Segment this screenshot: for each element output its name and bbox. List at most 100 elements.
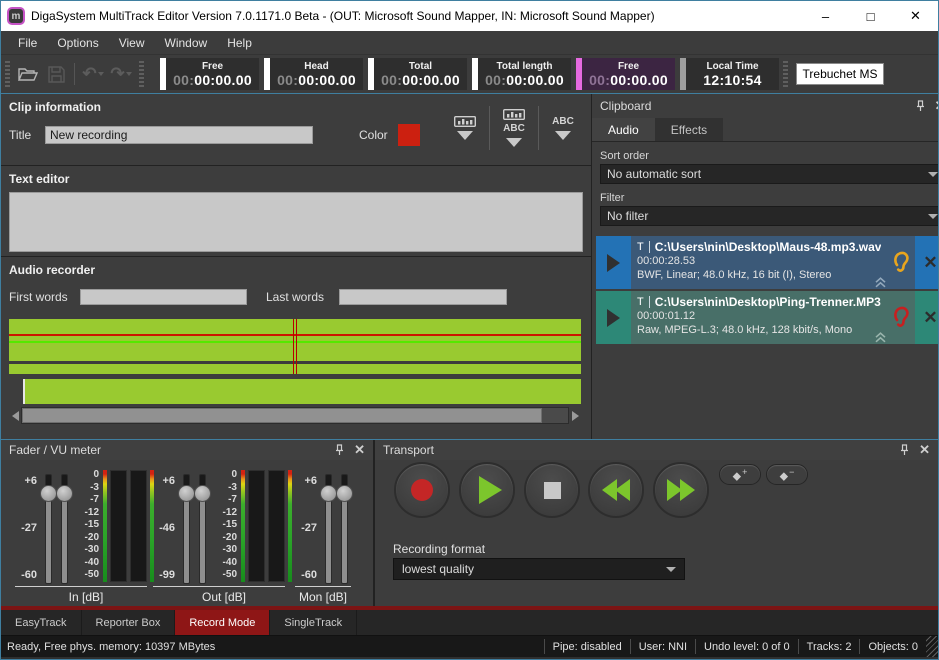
transport-panel: Transport ✕ ◆+ ◆− Recording format lowes… bbox=[375, 440, 938, 606]
menu-view[interactable]: View bbox=[110, 33, 154, 53]
fader-vu-meter-panel: Fader / VU meter ✕ +6-27-60 0-3-7-12-15-… bbox=[1, 440, 373, 606]
monitor-ear-button[interactable] bbox=[887, 236, 915, 289]
last-words-input[interactable] bbox=[339, 289, 507, 305]
fader-knob[interactable] bbox=[194, 485, 211, 502]
menu-help[interactable]: Help bbox=[218, 33, 261, 53]
filter-dropdown[interactable]: No filter bbox=[600, 206, 939, 226]
fader-knob[interactable] bbox=[56, 485, 73, 502]
tab-record-mode[interactable]: Record Mode bbox=[175, 610, 270, 635]
waveform-scrollbar[interactable] bbox=[9, 406, 581, 425]
scrollbar-track[interactable] bbox=[21, 407, 569, 424]
menu-window[interactable]: Window bbox=[156, 33, 217, 53]
chevron-down-icon bbox=[928, 214, 938, 219]
counter-total: Total00:00:00.00 bbox=[368, 58, 467, 90]
toolbar-grip[interactable] bbox=[5, 61, 10, 87]
tab-singletrack[interactable]: SingleTrack bbox=[270, 610, 357, 635]
tab-audio[interactable]: Audio bbox=[592, 118, 655, 141]
stop-icon bbox=[544, 482, 561, 499]
title-input[interactable] bbox=[45, 126, 313, 144]
close-panel-icon[interactable]: ✕ bbox=[919, 444, 930, 456]
play-clip-button[interactable] bbox=[596, 291, 631, 344]
maximize-button[interactable]: □ bbox=[848, 1, 893, 31]
meter-scale: 0-3-7-12-15-20-30-40-50 bbox=[211, 470, 237, 580]
pin-icon[interactable] bbox=[900, 444, 909, 456]
add-marker-button[interactable]: ◆+ bbox=[719, 464, 761, 485]
play-clip-button[interactable] bbox=[596, 236, 631, 289]
triangle-left-icon bbox=[12, 411, 19, 421]
close-panel-icon[interactable]: ✕ bbox=[354, 444, 365, 456]
fader-knob[interactable] bbox=[178, 485, 195, 502]
tab-easytrack[interactable]: EasyTrack bbox=[1, 610, 82, 635]
fader-knob[interactable] bbox=[320, 485, 337, 502]
sort-order-label: Sort order bbox=[600, 150, 939, 162]
remove-clip-button[interactable]: ✕ bbox=[915, 291, 939, 344]
text-dropdown-button[interactable]: ABC bbox=[539, 102, 587, 154]
status-message: Ready, Free phys. memory: 10397 MBytes bbox=[1, 641, 544, 653]
remove-marker-button[interactable]: ◆− bbox=[766, 464, 808, 485]
status-undo-level: Undo level: 0 of 0 bbox=[695, 639, 798, 654]
menubar: File Options View Window Help bbox=[1, 31, 938, 55]
color-swatch[interactable] bbox=[398, 124, 420, 146]
filter-label: Filter bbox=[600, 192, 939, 204]
scroll-left-button[interactable] bbox=[9, 406, 21, 425]
play-icon bbox=[607, 309, 620, 327]
fast-forward-icon bbox=[667, 479, 695, 501]
monitor-ear-button[interactable] bbox=[887, 291, 915, 344]
undo-button[interactable]: ↶ bbox=[79, 61, 107, 87]
first-words-input[interactable] bbox=[80, 289, 247, 305]
scroll-right-button[interactable] bbox=[569, 406, 581, 425]
app-window: m DigaSystem MultiTrack Editor Version 7… bbox=[0, 0, 939, 660]
waveform-icon bbox=[454, 116, 476, 127]
fader-knob[interactable] bbox=[40, 485, 57, 502]
transport-header: Transport bbox=[383, 443, 900, 457]
rewind-button[interactable] bbox=[588, 462, 644, 518]
waveform-track-1[interactable] bbox=[9, 319, 581, 361]
clip-path: C:\Users\nin\Desktop\Maus-48.mp3.wav bbox=[655, 240, 882, 254]
play-button[interactable] bbox=[459, 462, 515, 518]
meter-gradient-strip bbox=[103, 470, 107, 582]
track-flag: T bbox=[637, 296, 644, 308]
resize-grip[interactable] bbox=[926, 636, 938, 657]
toolbar-grip[interactable] bbox=[139, 61, 144, 87]
sort-order-dropdown[interactable]: No automatic sort bbox=[600, 164, 939, 184]
fast-forward-button[interactable] bbox=[653, 462, 709, 518]
playback-cursor[interactable] bbox=[293, 319, 297, 374]
close-button[interactable]: ✕ bbox=[893, 1, 938, 31]
fader-knob[interactable] bbox=[336, 485, 353, 502]
font-selector[interactable]: Trebuchet MS bbox=[796, 63, 884, 85]
toolbar-grip[interactable] bbox=[783, 61, 788, 87]
tab-effects[interactable]: Effects bbox=[655, 118, 723, 141]
waveform-dropdown-button[interactable] bbox=[441, 102, 489, 154]
vu-group-out: +6-46-99 0-3-7-12-15-20-30-40-50 Out [dB… bbox=[151, 460, 297, 606]
text-editor-area[interactable] bbox=[9, 192, 583, 252]
recording-format-dropdown[interactable]: lowest quality bbox=[393, 558, 685, 580]
pin-icon[interactable] bbox=[916, 100, 925, 112]
title-label: Title bbox=[9, 128, 45, 142]
close-panel-icon[interactable]: ✕ bbox=[935, 100, 939, 112]
save-button[interactable] bbox=[42, 61, 70, 87]
waveform-text-dropdown-button[interactable]: ABC bbox=[490, 102, 538, 154]
counter-free: Free00:00:00.00 bbox=[160, 58, 259, 90]
clipboard-item[interactable]: T C:\Users\nin\Desktop\Maus-48.mp3.wav 0… bbox=[596, 236, 939, 289]
expand-chevron-icon[interactable] bbox=[874, 277, 887, 288]
tab-reporter-box[interactable]: Reporter Box bbox=[82, 610, 176, 635]
waveform-track-3[interactable] bbox=[23, 379, 581, 404]
waveform-display[interactable] bbox=[9, 319, 581, 404]
redo-button[interactable]: ↷ bbox=[107, 61, 135, 87]
text-editor-panel: Text editor bbox=[1, 166, 591, 256]
clipboard-item[interactable]: T C:\Users\nin\Desktop\Ping-Trenner.MP3 … bbox=[596, 291, 939, 344]
audio-recorder-panel: Audio recorder First words Last words bbox=[1, 257, 591, 439]
pin-icon[interactable] bbox=[335, 444, 344, 456]
scrollbar-thumb[interactable] bbox=[22, 408, 542, 423]
track-flag: T bbox=[637, 241, 644, 253]
expand-chevron-icon[interactable] bbox=[874, 332, 887, 343]
menu-options[interactable]: Options bbox=[48, 33, 107, 53]
status-objects: Objects: 0 bbox=[859, 639, 926, 654]
remove-clip-button[interactable]: ✕ bbox=[915, 236, 939, 289]
open-file-button[interactable] bbox=[14, 61, 42, 87]
record-button[interactable] bbox=[394, 462, 450, 518]
menu-file[interactable]: File bbox=[9, 33, 46, 53]
first-words-label: First words bbox=[9, 290, 80, 304]
stop-button[interactable] bbox=[524, 462, 580, 518]
minimize-button[interactable]: – bbox=[803, 1, 848, 31]
